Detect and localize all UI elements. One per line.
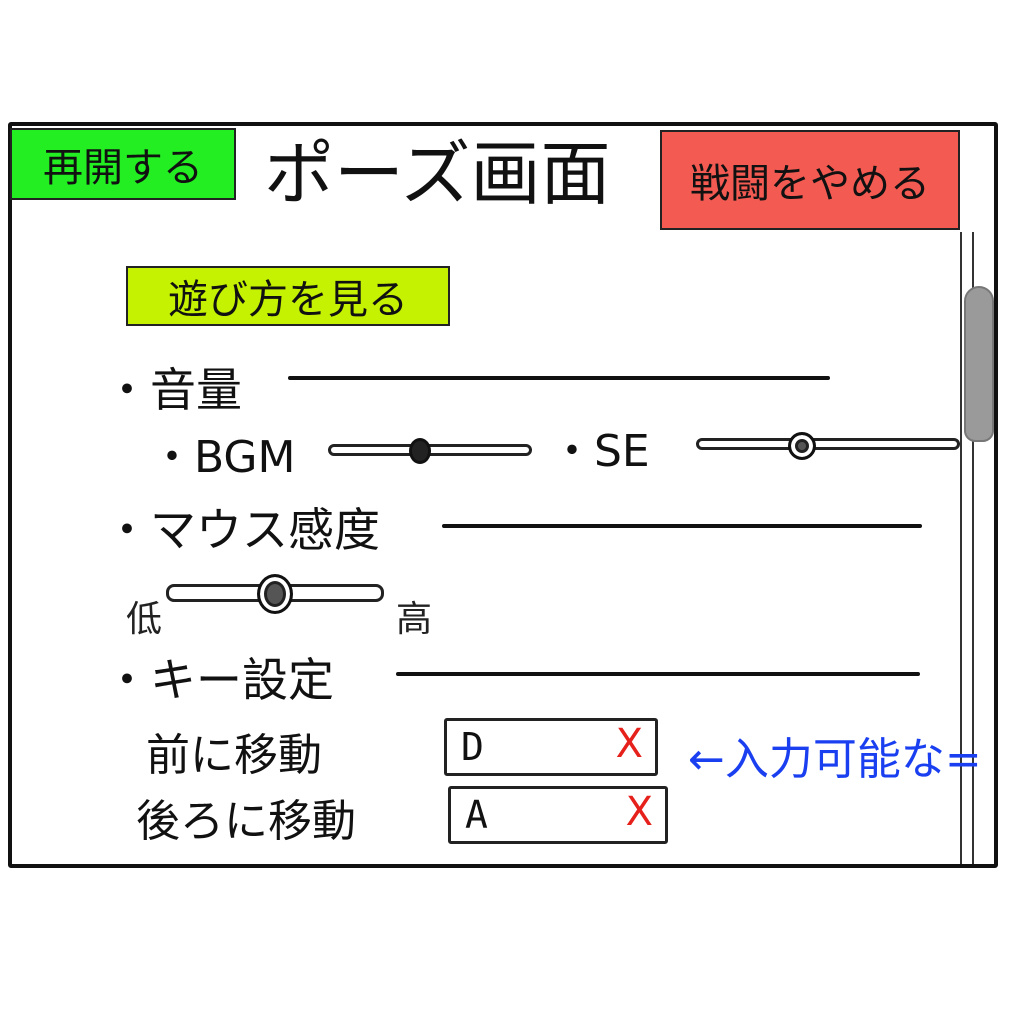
mouse-divider xyxy=(442,524,922,528)
quit-battle-button-label: 戦闘をやめる xyxy=(690,161,930,207)
move-forward-key-value: D xyxy=(461,725,484,769)
how-to-play-button[interactable]: 遊び方を見る xyxy=(126,266,450,326)
move-backward-key-value: A xyxy=(465,793,488,837)
quit-battle-button[interactable]: 戦闘をやめる xyxy=(660,130,960,230)
se-label: ・SE xyxy=(550,426,650,477)
how-to-play-label: 遊び方を見る xyxy=(168,277,408,323)
se-slider-track[interactable] xyxy=(696,438,960,450)
move-backward-label: 後ろに移動 xyxy=(136,796,356,847)
volume-divider xyxy=(288,376,830,380)
clear-forward-key-button[interactable]: X xyxy=(616,721,643,767)
resume-button[interactable]: 再開する xyxy=(10,128,236,200)
high-label: 高 xyxy=(396,599,433,640)
se-slider-handle[interactable] xyxy=(787,432,816,460)
low-label: 低 xyxy=(126,599,163,640)
bgm-slider-handle[interactable] xyxy=(408,438,431,464)
page-title: ポーズ画面 xyxy=(264,133,611,215)
mouse-sensitivity-slider-handle[interactable] xyxy=(257,574,293,614)
input-annotation: ←入力可能な= xyxy=(688,734,982,785)
move-forward-label: 前に移動 xyxy=(146,730,322,781)
bgm-label: ・BGM xyxy=(150,432,296,483)
volume-heading: ・音量 xyxy=(104,363,242,417)
key-settings-divider xyxy=(396,672,920,676)
key-settings-heading: ・キー設定 xyxy=(104,653,334,707)
resume-button-label: 再開する xyxy=(43,145,203,191)
mouse-sensitivity-heading: ・マウス感度 xyxy=(104,503,380,557)
move-forward-key-input[interactable]: D X xyxy=(444,718,658,776)
scrollbar-thumb[interactable] xyxy=(964,286,994,442)
move-backward-key-input[interactable]: A X xyxy=(448,786,668,844)
clear-backward-key-button[interactable]: X xyxy=(626,789,653,835)
